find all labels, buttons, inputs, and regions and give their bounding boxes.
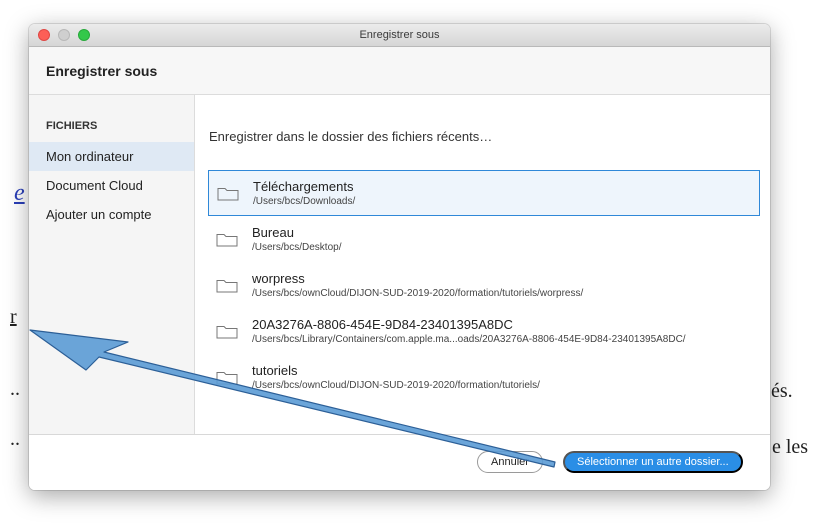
folder-icon xyxy=(216,234,238,247)
main-panel: Enregistrer dans le dossier des fichiers… xyxy=(195,95,770,460)
window-controls xyxy=(38,29,90,41)
folder-name: Téléchargements xyxy=(253,178,354,194)
background-text-fragment: .. xyxy=(10,378,20,400)
background-text-fragment: és. xyxy=(771,380,793,402)
sidebar-item-label: Ajouter un compte xyxy=(46,207,152,222)
sidebar-item-document-cloud[interactable]: Document Cloud xyxy=(29,171,194,200)
folder-name: tutoriels xyxy=(252,362,298,378)
window-title: Enregistrer sous xyxy=(359,29,440,41)
list-item-folder[interactable]: worpress /Users/bcs/ownCloud/DIJON-SUD-2… xyxy=(208,262,760,308)
sidebar-item-label: Document Cloud xyxy=(46,178,143,193)
dialog-heading: Enregistrer sous xyxy=(29,47,770,95)
folder-icon xyxy=(217,188,239,201)
title-bar[interactable]: Enregistrer sous xyxy=(29,24,770,47)
folder-icon xyxy=(216,372,238,385)
background-text-fragment: r xyxy=(10,306,17,328)
folder-name: Bureau xyxy=(252,224,294,240)
save-as-dialog: Enregistrer sous Enregistrer sous FICHIE… xyxy=(29,24,770,490)
background-text-fragment: e les xyxy=(772,436,809,458)
folder-path: /Users/bcs/Library/Containers/com.apple.… xyxy=(252,333,686,345)
list-item-folder[interactable]: Bureau /Users/bcs/Desktop/ xyxy=(208,216,760,262)
folder-path: /Users/bcs/ownCloud/DIJON-SUD-2019-2020/… xyxy=(252,287,584,299)
list-item-folder[interactable]: Téléchargements /Users/bcs/Downloads/ xyxy=(208,170,760,216)
folder-icon xyxy=(216,280,238,293)
recent-folders-list: Téléchargements /Users/bcs/Downloads/ Bu… xyxy=(208,170,760,400)
zoom-window-button[interactable] xyxy=(78,29,90,41)
background-link-fragment: e xyxy=(14,180,25,206)
list-item-folder[interactable]: tutoriels /Users/bcs/ownCloud/DIJON-SUD-… xyxy=(208,354,760,400)
sidebar-item-add-account[interactable]: Ajouter un compte xyxy=(29,200,194,229)
folder-icon xyxy=(216,326,238,339)
cancel-button[interactable]: Annuler xyxy=(477,451,543,473)
sidebar-item-label: Mon ordinateur xyxy=(46,149,134,164)
list-item-folder[interactable]: 20A3276A-8806-454E-9D84-23401395A8DC /Us… xyxy=(208,308,760,354)
minimize-window-button[interactable] xyxy=(58,29,70,41)
close-window-button[interactable] xyxy=(38,29,50,41)
folder-path: /Users/bcs/Downloads/ xyxy=(253,195,356,207)
recent-folders-heading: Enregistrer dans le dossier des fichiers… xyxy=(209,129,493,144)
background-text-fragment: .. xyxy=(10,428,20,450)
folder-path: /Users/bcs/Desktop/ xyxy=(252,241,342,253)
select-other-folder-button[interactable]: Sélectionner un autre dossier... xyxy=(563,451,743,473)
sidebar: FICHIERS Mon ordinateur Document Cloud A… xyxy=(29,95,195,490)
folder-name: worpress xyxy=(252,270,305,286)
sidebar-item-my-computer[interactable]: Mon ordinateur xyxy=(29,142,194,171)
sidebar-section-files: FICHIERS xyxy=(46,120,98,132)
folder-name: 20A3276A-8806-454E-9D84-23401395A8DC xyxy=(252,316,513,332)
folder-path: /Users/bcs/ownCloud/DIJON-SUD-2019-2020/… xyxy=(252,379,540,391)
